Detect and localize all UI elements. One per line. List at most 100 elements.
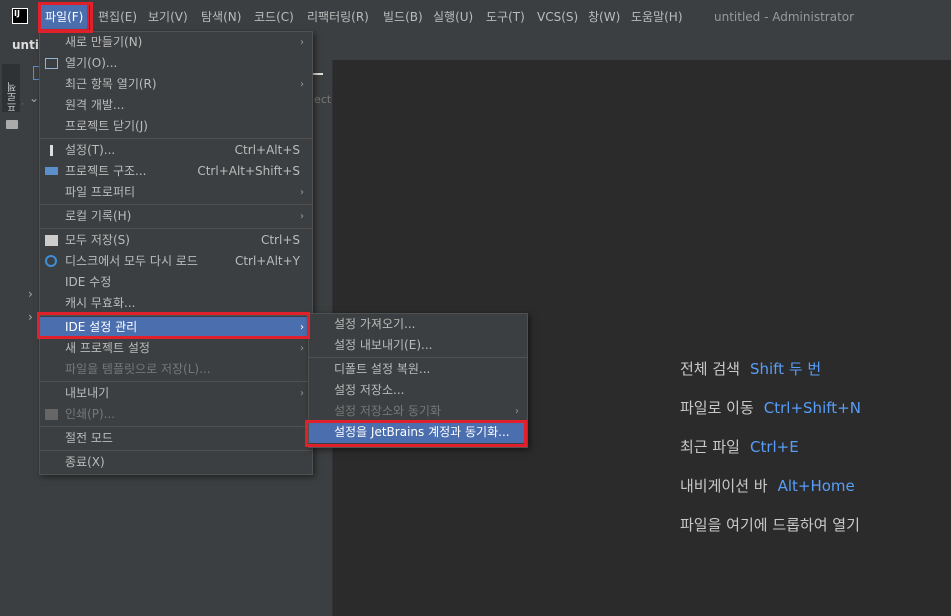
save-icon — [45, 235, 58, 246]
reload-icon — [45, 255, 57, 267]
menu-item-label: 설정(T)... — [65, 143, 116, 157]
menu-item-label: 파일 프로퍼티 — [65, 185, 136, 199]
chevron-right-icon: › — [515, 406, 519, 417]
menu-bar: IJ 파일(F) 편집(E) 보기(V) 탐색(N) 코드(C) 리팩터링(R)… — [0, 0, 951, 34]
menu-item-shortcut: Ctrl+Alt+S — [234, 143, 300, 157]
hint-shortcut: Ctrl+E — [749, 438, 799, 456]
menu-item-manage-ide-settings[interactable]: IDE 설정 관리 › — [40, 317, 312, 338]
menu-run[interactable]: 실행(U) — [433, 7, 473, 27]
menu-tools[interactable]: 도구(T) — [486, 7, 525, 27]
chevron-right-icon: › — [300, 37, 304, 48]
menu-item-label: 원격 개발... — [65, 98, 125, 112]
file-menu: 새로 만들기(N) › 열기(O)... 최근 항목 열기(R) › 원격 개발..… — [39, 31, 313, 475]
menu-navigate[interactable]: 탐색(N) — [201, 7, 241, 27]
hint-label: 파일로 이동 — [680, 399, 754, 417]
menu-separator — [40, 426, 312, 427]
menu-item-export-settings[interactable]: 설정 내보내기(E)... — [309, 335, 527, 356]
menu-item-label: 디폴트 설정 복원... — [334, 362, 431, 376]
menu-item-print[interactable]: 인쇄(P)... — [40, 404, 312, 425]
chevron-right-icon[interactable]: › — [28, 310, 33, 324]
menu-item-label: 인쇄(P)... — [65, 407, 116, 421]
chevron-right-icon: › — [300, 343, 304, 354]
menu-item-sync-jetbrains-account[interactable]: 설정을 JetBrains 계정과 동기화... — [309, 422, 527, 443]
chevron-down-icon[interactable]: ⌄ — [29, 91, 39, 105]
hint-label: 최근 파일 — [680, 438, 740, 456]
menu-separator — [309, 357, 527, 358]
menu-item-remote-dev[interactable]: 원격 개발... — [40, 95, 312, 116]
menu-vcs[interactable]: VCS(S) — [537, 7, 578, 27]
menu-item-new-project-setup[interactable]: 새 프로젝트 설정 › — [40, 338, 312, 359]
tool-window-strip: 프로젝트 — [0, 60, 34, 616]
hint-navigation-bar: 내비게이션 바 Alt+Home — [680, 475, 855, 496]
menu-item-label: IDE 설정 관리 — [65, 320, 138, 334]
print-icon — [45, 409, 58, 420]
menu-item-import-settings[interactable]: 설정 가져오기... — [309, 314, 527, 335]
menu-item-label: 캐시 무효화... — [65, 296, 136, 310]
hint-shortcut: Shift 두 번 — [749, 360, 822, 378]
menu-item-power-save[interactable]: 절전 모드 — [40, 428, 312, 449]
folder-icon[interactable] — [6, 120, 18, 129]
menu-item-label: 파일을 템플릿으로 저장(L)... — [65, 362, 211, 376]
hint-search-everywhere: 전체 검색 Shift 두 번 — [680, 358, 821, 379]
menu-item-label: 절전 모드 — [65, 431, 113, 445]
menu-item-exit[interactable]: 종료(X) — [40, 452, 312, 473]
menu-file[interactable]: 파일(F) — [38, 3, 90, 31]
menu-item-repair-ide[interactable]: IDE 수정 — [40, 272, 312, 293]
hint-label: 파일을 여기에 드롭하여 열기 — [680, 516, 860, 534]
menu-separator — [40, 315, 312, 316]
menu-item-shortcut: Ctrl+S — [260, 233, 300, 247]
menu-item-label: 모두 저장(S) — [65, 233, 130, 247]
project-tool-tab[interactable]: 프로젝트 — [2, 64, 34, 112]
ide-settings-submenu: 설정 가져오기... 설정 내보내기(E)... 디폴트 설정 복원... 설정… — [308, 313, 528, 448]
folder-icon — [45, 58, 58, 69]
menu-item-label: 프로젝트 구조... — [65, 164, 147, 178]
menu-item-label: 새 프로젝트 설정 — [65, 341, 150, 355]
chevron-right-icon: › — [300, 388, 304, 399]
menu-item-project-structure[interactable]: 프로젝트 구조... Ctrl+Alt+Shift+S — [40, 161, 312, 182]
menu-item-export[interactable]: 내보내기 › — [40, 383, 312, 404]
menu-item-label: IDE 수정 — [65, 275, 112, 289]
menu-item-label: 설정을 JetBrains 계정과 동기화... — [334, 425, 510, 439]
settings-icon — [50, 145, 53, 156]
menu-code[interactable]: 코드(C) — [254, 7, 294, 27]
hint-shortcut: Alt+Home — [777, 477, 855, 495]
menu-item-restore-default[interactable]: 디폴트 설정 복원... — [309, 359, 527, 380]
menu-view[interactable]: 보기(V) — [148, 7, 188, 27]
menu-item-file-properties[interactable]: 파일 프로퍼티 › — [40, 182, 312, 203]
menu-help[interactable]: 도움말(H) — [631, 7, 683, 27]
menu-item-reload-all[interactable]: 디스크에서 모두 다시 로드 Ctrl+Alt+Y — [40, 251, 312, 272]
menu-window[interactable]: 창(W) — [588, 7, 620, 27]
menu-item-invalidate-caches[interactable]: 캐시 무효화... — [40, 293, 312, 314]
menu-item-label: 종료(X) — [65, 455, 105, 469]
menu-refactor[interactable]: 리팩터링(R) — [307, 7, 369, 27]
minimize-icon[interactable] — [313, 73, 323, 75]
menu-item-local-history[interactable]: 로컬 기록(H) › — [40, 206, 312, 227]
menu-build[interactable]: 빌드(B) — [383, 7, 423, 27]
tree-path-text: ject — [311, 93, 332, 106]
menu-item-label: 내보내기 — [65, 386, 110, 400]
menu-edit[interactable]: 편집(E) — [98, 7, 137, 27]
menu-item-label: 설정 가져오기... — [334, 317, 416, 331]
menu-item-settings-repository[interactable]: 설정 저장소... — [309, 380, 527, 401]
chevron-right-icon: › — [300, 79, 304, 90]
menu-item-new[interactable]: 새로 만들기(N) › — [40, 32, 312, 53]
hint-label: 내비게이션 바 — [680, 477, 768, 495]
menu-item-save-all[interactable]: 모두 저장(S) Ctrl+S — [40, 230, 312, 251]
menu-item-label: 프로젝트 닫기(J) — [65, 119, 148, 133]
hint-shortcut: Ctrl+Shift+N — [763, 399, 861, 417]
hint-drop-files: 파일을 여기에 드롭하여 열기 — [680, 514, 860, 535]
menu-item-open[interactable]: 열기(O)... — [40, 53, 312, 74]
menu-separator — [40, 228, 312, 229]
window-title: untitled - Administrator — [714, 10, 855, 24]
menu-item-label: 열기(O)... — [65, 56, 118, 70]
chevron-right-icon[interactable]: › — [28, 287, 33, 301]
menu-item-save-as-template[interactable]: 파일을 템플릿으로 저장(L)... — [40, 359, 312, 380]
menu-item-sync-repository[interactable]: 설정 저장소와 동기화 › — [309, 401, 527, 422]
menu-item-label: 설정 저장소... — [334, 383, 405, 397]
menu-item-open-recent[interactable]: 최근 항목 열기(R) › — [40, 74, 312, 95]
chevron-right-icon: › — [300, 187, 304, 198]
menu-item-close-project[interactable]: 프로젝트 닫기(J) — [40, 116, 312, 137]
hint-goto-file: 파일로 이동 Ctrl+Shift+N — [680, 397, 861, 418]
menu-item-label: 최근 항목 열기(R) — [65, 77, 157, 91]
menu-item-settings[interactable]: 설정(T)... Ctrl+Alt+S — [40, 140, 312, 161]
